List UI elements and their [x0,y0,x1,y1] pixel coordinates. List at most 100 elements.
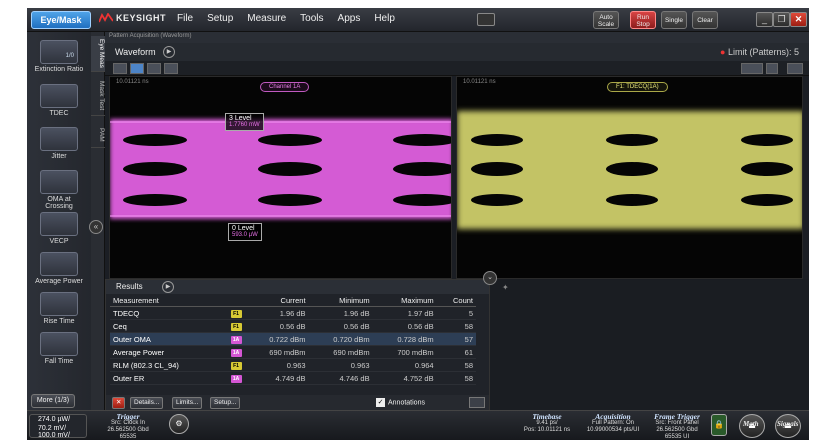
acquisition-status[interactable]: Acquisition Full Pattern: On 10.99000534… [582,413,644,434]
sidebar-item-rise-time[interactable]: Rise Time [27,292,91,325]
channel-1a-tag[interactable]: Channel 1A [260,82,310,92]
pin-icon[interactable]: ✦ [502,283,509,292]
layout-split-icon[interactable] [130,63,144,74]
sidebar-item-extinction-ratio[interactable]: 1/0 Extinction Ratio [27,40,91,73]
timebase-status[interactable]: Timebase 9.41 ps/ Pos: 10.01121 ns [517,413,577,434]
f1-tdecq-tag[interactable]: F1: TDECQ(1A) [607,82,668,92]
eye-diagram-channel-1a[interactable]: 10.01121 ns Channel 1A 3 Level 1.7760 mW… [109,76,452,279]
results-header: Results ▶ [106,280,489,294]
menu-bar: File Setup Measure Tools Apps Help [177,13,395,24]
trigger-status[interactable]: Trigger Src: Clock In 26.562500 Gbd 6553… [93,413,163,440]
clear-button[interactable]: Clear [692,11,718,29]
lock-icon[interactable]: 🔒 [711,414,727,436]
math-label[interactable]: Math [743,420,759,428]
limits-button[interactable]: Limits... [172,397,203,409]
frame-trigger-status[interactable]: Frame Trigger Src: Front Panel 26.562500… [647,413,707,440]
minimize-icon[interactable]: _ [756,12,773,27]
oscilloscope-app: Eye/Mask KEYSIGHT File Setup Measure Too… [27,8,809,440]
eye-diagram-tdecq[interactable]: 10.01121 ns F1: TDECQ(1A) [456,76,803,279]
cell-name: Outer OMA [110,332,219,346]
cell-name: RLM (802.3 CL_94) [110,358,219,372]
waveform-header: Waveform ▶ ● Limit (Patterns): 5 [105,43,809,61]
source-badge: F1 [230,310,242,318]
menu-apps[interactable]: Apps [338,13,361,24]
setup-button[interactable]: Setup... [210,397,241,409]
table-row[interactable]: Outer OMA 1A 0.722 dBm 0.720 dBm 0.728 d… [110,332,476,346]
delete-measurement-icon[interactable]: ✕ [112,397,126,409]
sidebar-item-oma-crossing[interactable]: OMA at Crossing [27,170,91,210]
eye-mask-mode-button[interactable]: Eye/Mask [31,11,91,29]
cell-max: 0.56 dB [372,319,437,333]
more-button[interactable]: More (1/3) [31,394,75,408]
results-play-icon[interactable]: ▶ [162,281,174,293]
menu-help[interactable]: Help [374,13,395,24]
cell-current: 0.963 [244,358,309,372]
close-icon[interactable]: ✕ [790,12,807,27]
col-count[interactable]: Count [436,295,476,307]
details-button[interactable]: Details... [130,397,164,409]
table-row[interactable]: RLM (802.3 CL_94) F1 0.963 0.963 0.964 5… [110,358,476,372]
run-stop-button[interactable]: Run Stop [630,11,656,29]
table-layout-icon[interactable] [469,397,485,408]
layout-single-icon[interactable] [113,63,127,74]
table-row[interactable]: TDECQ F1 1.96 dB 1.96 dB 1.97 dB 5 [110,306,476,320]
cell-name: TDECQ [110,306,219,320]
level-0-marker[interactable]: 0 Level 593.0 µW [228,223,262,241]
zoom-tool-icon[interactable] [741,63,763,74]
level-3-marker[interactable]: 3 Level 1.7760 mW [225,113,264,131]
sidebar-item-label: Jitter [51,153,67,160]
tab-eye-meas[interactable]: Eye Meas [91,36,105,72]
menu-tools[interactable]: Tools [300,13,323,24]
sidebar-item-label: Extinction Ratio [34,66,84,73]
annotations-toggle[interactable]: ✓ Annotations [376,398,425,407]
fall-time-icon [40,332,78,356]
trigger-settings-gear-icon[interactable]: ⚙ [169,414,189,434]
col-maximum[interactable]: Maximum [372,295,437,307]
cell-current: 0.56 dB [244,319,309,333]
sidebar-item-tdec[interactable]: TDEC [27,84,91,117]
menu-setup[interactable]: Setup [207,13,233,24]
keysight-logo: KEYSIGHT [99,13,166,23]
tab-pam[interactable]: PAM [91,122,105,148]
sidebar-item-average-power[interactable]: Average Power [27,252,91,285]
hamburger-menu-icon[interactable] [787,63,803,74]
dropdown-icon[interactable] [766,63,778,74]
limit-status: ● Limit (Patterns): 5 [720,47,799,57]
col-minimum[interactable]: Minimum [308,295,373,307]
cell-source: 1A [218,345,245,359]
screenshot-camera-icon[interactable] [477,13,495,26]
sidebar-item-label: Fall Time [44,358,74,365]
empty-panel: ✦ [490,279,809,410]
col-measurement[interactable]: Measurement [110,295,219,307]
chevron-down-icon[interactable]: ⌄ [483,271,497,285]
layout-stacked-icon[interactable] [147,63,161,74]
waveform-play-icon[interactable]: ▶ [163,46,175,58]
signals-label[interactable]: Signals [777,420,798,428]
collapse-sidebar-icon[interactable]: « [89,220,103,234]
extinction-ratio-icon: 1/0 [40,40,78,64]
layout-grid-icon[interactable] [164,63,178,74]
sidebar-item-vecp[interactable]: VECP [27,212,91,245]
restore-icon[interactable]: ❐ [773,12,790,27]
checkbox-checked-icon[interactable]: ✓ [376,398,385,407]
cell-max: 0.964 [372,358,437,372]
cell-count: 61 [436,345,476,359]
sidebar-item-fall-time[interactable]: Fall Time [27,332,91,365]
channel-2-scale: 70.2 mV/ [38,425,67,432]
menu-measure[interactable]: Measure [247,13,286,24]
waveform-title: Waveform [115,47,156,57]
col-current[interactable]: Current [244,295,309,307]
auto-scale-button[interactable]: Auto Scale [593,11,619,29]
table-row[interactable]: Ceq F1 0.56 dB 0.56 dB 0.56 dB 58 [110,319,476,333]
channel-scale-box[interactable]: 274.0 µW/ 70.2 mV/ 100.0 mV/ [29,414,87,439]
table-row[interactable]: Average Power 1A 690 mdBm 690 mdBm 700 m… [110,345,476,359]
sidebar-item-label: VECP [49,238,69,245]
table-row[interactable]: Outer ER 1A 4.749 dB 4.746 dB 4.752 dB 5… [110,371,476,385]
sidebar-item-jitter[interactable]: Jitter [27,127,91,160]
menu-file[interactable]: File [177,13,193,24]
single-button[interactable]: Single [661,11,687,29]
tab-mask-test[interactable]: Mask Test [91,76,105,116]
cell-current: 0.722 dBm [244,332,309,346]
results-panel: Results ▶ Measurement Current Minimum Ma… [105,279,490,411]
cell-name: Outer ER [110,371,219,385]
